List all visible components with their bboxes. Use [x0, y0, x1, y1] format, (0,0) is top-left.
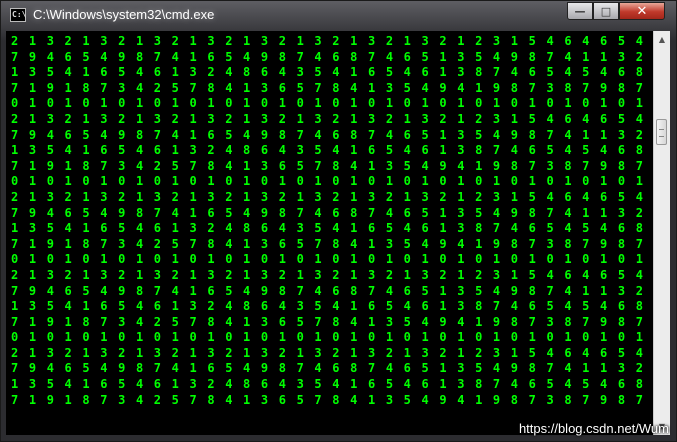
maximize-button[interactable]: □	[593, 2, 619, 20]
title-bar[interactable]: C:\ C:\Windows\system32\cmd.exe — □ ✕	[1, 1, 676, 31]
console-line: 2 1 3 2 1 3 2 1 3 2 1 3 2 1 3 2 1 3 2 1 …	[11, 189, 653, 204]
console-line: 7 1 9 1 8 7 3 4 2 5 7 8 4 1 3 6 5 7 8 4 …	[11, 236, 653, 251]
console-lines: 2 1 3 2 1 3 2 1 3 2 1 3 2 1 3 2 1 3 2 1 …	[11, 34, 653, 408]
console-line: 0 1 0 1 0 1 0 1 0 1 0 1 0 1 0 1 0 1 0 1 …	[11, 330, 653, 345]
console-line: 7 9 4 6 5 4 9 8 7 4 1 6 5 4 9 8 7 4 6 8 …	[11, 127, 653, 142]
app-icon-label: C:\	[12, 10, 27, 19]
console-line: 7 9 4 6 5 4 9 8 7 4 1 6 5 4 9 8 7 4 6 8 …	[11, 49, 653, 64]
close-button[interactable]: ✕	[619, 2, 665, 20]
scrollbar-thumb[interactable]	[656, 119, 667, 145]
chevron-up-icon: ▲	[658, 35, 666, 44]
console-line: 1 3 5 4 1 6 5 4 6 1 3 2 4 8 6 4 3 5 4 1 …	[11, 299, 653, 314]
cmd-window: C:\ C:\Windows\system32\cmd.exe — □ ✕ 2 …	[0, 0, 677, 442]
console-line: 7 9 4 6 5 4 9 8 7 4 1 6 5 4 9 8 7 4 6 8 …	[11, 283, 653, 298]
minimize-icon: —	[574, 4, 586, 18]
console-line: 7 1 9 1 8 7 3 4 2 5 7 8 4 1 3 6 5 7 8 4 …	[11, 80, 653, 95]
console-line: 2 1 3 2 1 3 2 1 3 2 1 3 2 1 3 2 1 3 2 1 …	[11, 345, 653, 360]
minimize-button[interactable]: —	[567, 2, 593, 20]
console-output[interactable]: 2 1 3 2 1 3 2 1 3 2 1 3 2 1 3 2 1 3 2 1 …	[6, 31, 653, 435]
window-title: C:\Windows\system32\cmd.exe	[33, 7, 215, 22]
console-line: 1 3 5 4 1 6 5 4 6 1 3 2 4 8 6 4 3 5 4 1 …	[11, 377, 653, 392]
console-line: 0 1 0 1 0 1 0 1 0 1 0 1 0 1 0 1 0 1 0 1 …	[11, 96, 653, 111]
console-line: 7 1 9 1 8 7 3 4 2 5 7 8 4 1 3 6 5 7 8 4 …	[11, 314, 653, 329]
console-line: 2 1 3 2 1 3 2 1 3 2 1 3 2 1 3 2 1 3 2 1 …	[11, 267, 653, 282]
console-line: 0 1 0 1 0 1 0 1 0 1 0 1 0 1 0 1 0 1 0 1 …	[11, 174, 653, 189]
vertical-scrollbar[interactable]: ▲ ▼	[653, 31, 670, 435]
watermark-text: https://blog.csdn.net/Wum	[518, 421, 669, 436]
scroll-up-button[interactable]: ▲	[654, 31, 670, 48]
console-line: 7 1 9 1 8 7 3 4 2 5 7 8 4 1 3 6 5 7 8 4 …	[11, 158, 653, 173]
maximize-icon: □	[600, 4, 612, 18]
console-line: 7 9 4 6 5 4 9 8 7 4 1 6 5 4 9 8 7 4 6 8 …	[11, 205, 653, 220]
console-line: 2 1 3 2 1 3 2 1 3 2 1 3 2 1 3 2 1 3 2 1 …	[11, 111, 653, 126]
console-line: 7 1 9 1 8 7 3 4 2 5 7 8 4 1 3 6 5 7 8 4 …	[11, 392, 653, 407]
close-icon: ✕	[636, 3, 648, 19]
console-line: 1 3 5 4 1 6 5 4 6 1 3 2 4 8 6 4 3 5 4 1 …	[11, 65, 653, 80]
console-line: 1 3 5 4 1 6 5 4 6 1 3 2 4 8 6 4 3 5 4 1 …	[11, 221, 653, 236]
console-line: 0 1 0 1 0 1 0 1 0 1 0 1 0 1 0 1 0 1 0 1 …	[11, 252, 653, 267]
console-line: 7 9 4 6 5 4 9 8 7 4 1 6 5 4 9 8 7 4 6 8 …	[11, 361, 653, 376]
console-line: 1 3 5 4 1 6 5 4 6 1 3 2 4 8 6 4 3 5 4 1 …	[11, 143, 653, 158]
console-line: 2 1 3 2 1 3 2 1 3 2 1 3 2 1 3 2 1 3 2 1 …	[11, 34, 653, 48]
cmd-app-icon[interactable]: C:\	[10, 8, 26, 22]
